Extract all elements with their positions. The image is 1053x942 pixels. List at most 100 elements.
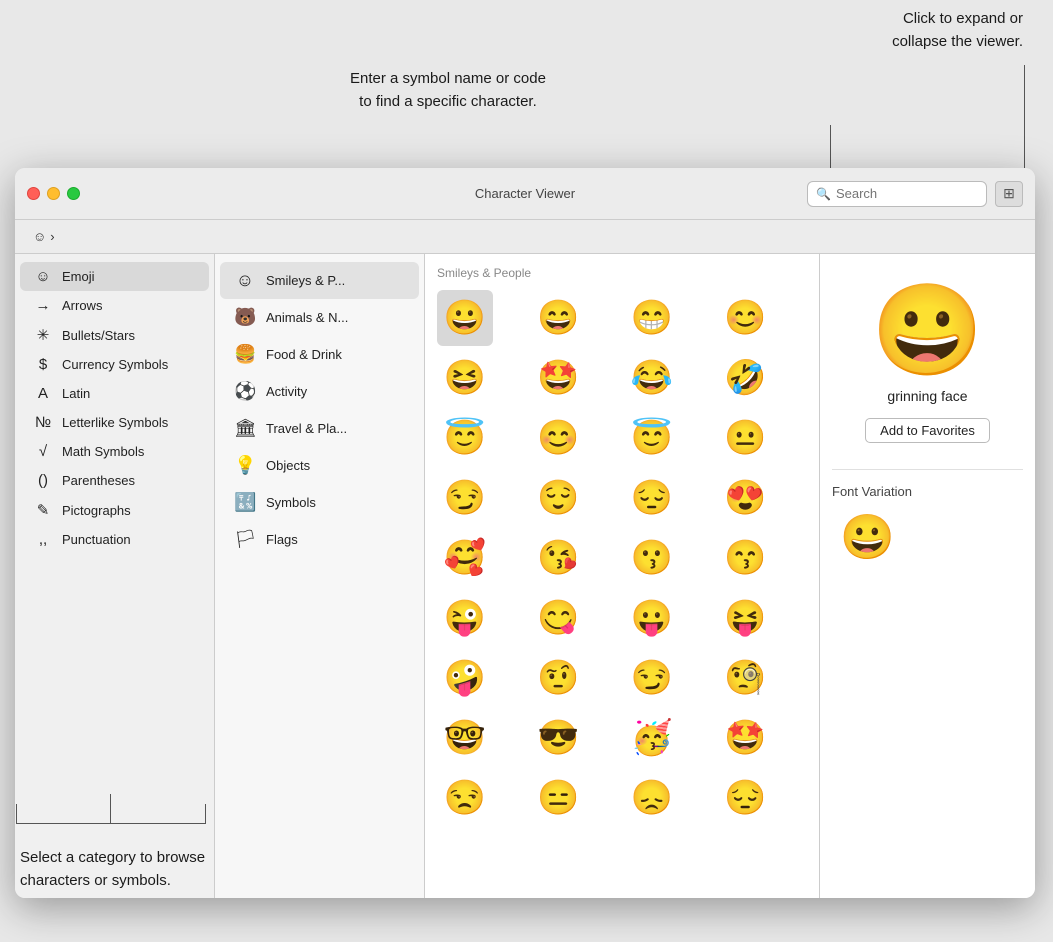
- category-label-smileys: Smileys & P...: [266, 273, 345, 288]
- add-to-favorites-button[interactable]: Add to Favorites: [865, 418, 990, 443]
- bottom-line: [110, 794, 111, 824]
- emoji-cell[interactable]: 😞: [624, 770, 680, 826]
- sidebar-icon-emoji: ☺: [34, 268, 52, 285]
- sidebar-item-parentheses[interactable]: () Parentheses: [20, 466, 209, 495]
- emoji-cell[interactable]: 😔: [718, 770, 774, 826]
- search-box[interactable]: 🔍: [807, 181, 987, 207]
- annotation-category-browse: Select a category to browsecharacters or…: [20, 847, 205, 892]
- category-label-animals: Animals & N...: [266, 310, 348, 325]
- annotation-search: Enter a symbol name or codeto find a spe…: [350, 68, 546, 113]
- sidebar-item-punctuation[interactable]: ,, Punctuation: [20, 525, 209, 554]
- search-input[interactable]: [836, 186, 978, 201]
- sidebar-item-bullets[interactable]: ✳ Bullets/Stars: [20, 320, 209, 350]
- emoji-cell[interactable]: 😝: [718, 590, 774, 646]
- sidebar-label-math: Math Symbols: [62, 444, 144, 459]
- sidebar-icon-arrows: →: [34, 297, 52, 314]
- emoji-cell[interactable]: 😏: [437, 470, 493, 526]
- categories-panel: ☺ Smileys & P...🐻 Animals & N...🍔 Food &…: [215, 254, 425, 898]
- font-variation-title: Font Variation: [832, 484, 912, 499]
- emoji-cell[interactable]: 😁: [624, 290, 680, 346]
- close-button[interactable]: [27, 187, 40, 200]
- emoji-cell[interactable]: 😔: [624, 470, 680, 526]
- category-item-symbols[interactable]: 🔣 Symbols: [220, 484, 419, 521]
- emoji-cell[interactable]: 🥰: [437, 530, 493, 586]
- emoji-cell[interactable]: 🤩: [718, 710, 774, 766]
- emoji-cell[interactable]: 😋: [531, 590, 587, 646]
- sidebar-icon-punctuation: ,,: [34, 531, 52, 548]
- emoji-cell[interactable]: 🤩: [531, 350, 587, 406]
- emoji-cell[interactable]: 😘: [531, 530, 587, 586]
- emoji-cell[interactable]: 🥳: [624, 710, 680, 766]
- category-item-travel[interactable]: 🏛 Travel & Pla...: [220, 410, 419, 447]
- emoji-grid: 😀 😄 😁 😊 😆 🤩 😂 🤣 😇 😊 😇 😐 😏 😌 😔 😍 🥰 😘 😗 😙 😜 😋 😛 😝 🤪 🤨 😏 🧐 🤓 😎 🥳 🤩 😒 😑 😞 😔: [437, 290, 807, 826]
- emoji-cell[interactable]: 😗: [624, 530, 680, 586]
- emoji-cell[interactable]: 😄: [531, 290, 587, 346]
- category-item-animals[interactable]: 🐻 Animals & N...: [220, 299, 419, 336]
- emoji-cell[interactable]: 😊: [718, 290, 774, 346]
- emoji-cell[interactable]: 😏: [624, 650, 680, 706]
- emoji-cell[interactable]: 😇: [624, 410, 680, 466]
- emoji-cell[interactable]: 🧐: [718, 650, 774, 706]
- sidebar-label-pictographs: Pictographs: [62, 503, 131, 518]
- emoji-cell[interactable]: 😑: [531, 770, 587, 826]
- sidebar-icon-pictographs: ✎: [34, 501, 52, 519]
- sidebar-item-latin[interactable]: A Latin: [20, 379, 209, 408]
- character-viewer-window: Character Viewer 🔍 ⊞ ☺ › ☺ Emoji→ Arrows…: [15, 168, 1035, 898]
- category-item-smileys[interactable]: ☺ Smileys & P...: [220, 262, 419, 299]
- toolbar-menu-button[interactable]: ☺ ›: [27, 227, 61, 246]
- category-icon-animals: 🐻: [234, 307, 256, 328]
- emoji-cell[interactable]: 😛: [624, 590, 680, 646]
- emoji-cell[interactable]: 😂: [624, 350, 680, 406]
- maximize-button[interactable]: [67, 187, 80, 200]
- sidebar-icon-currency: $: [34, 356, 52, 373]
- minimize-button[interactable]: [47, 187, 60, 200]
- emoji-cell[interactable]: 😊: [531, 410, 587, 466]
- sidebar-label-latin: Latin: [62, 386, 90, 401]
- emoji-cell[interactable]: 😆: [437, 350, 493, 406]
- category-item-flags[interactable]: 🏳 Flags: [220, 521, 419, 558]
- emoji-cell[interactable]: 🤪: [437, 650, 493, 706]
- emoji-cell[interactable]: 🤣: [718, 350, 774, 406]
- sidebar-item-arrows[interactable]: → Arrows: [20, 291, 209, 320]
- emoji-cell[interactable]: 😒: [437, 770, 493, 826]
- category-item-objects[interactable]: 💡 Objects: [220, 447, 419, 484]
- sidebar-item-pictographs[interactable]: ✎ Pictographs: [20, 495, 209, 525]
- search-icon: 🔍: [816, 187, 831, 201]
- category-icon-flags: 🏳: [234, 529, 256, 550]
- expand-icon: ⊞: [1003, 185, 1015, 202]
- sidebar-label-letterlike: Letterlike Symbols: [62, 415, 168, 430]
- detail-panel: 😀 grinning face Add to Favorites Font Va…: [820, 254, 1035, 898]
- emoji-cell[interactable]: 😎: [531, 710, 587, 766]
- main-content: ☺ Emoji→ Arrows✳ Bullets/Stars$ Currency…: [15, 254, 1035, 898]
- category-icon-symbols: 🔣: [234, 492, 256, 513]
- sidebar-label-punctuation: Punctuation: [62, 532, 131, 547]
- emoji-cell[interactable]: 😌: [531, 470, 587, 526]
- expand-collapse-button[interactable]: ⊞: [995, 181, 1023, 207]
- category-icon-smileys: ☺: [234, 270, 256, 291]
- emoji-section-title: Smileys & People: [437, 266, 807, 280]
- emoji-cell[interactable]: 🤓: [437, 710, 493, 766]
- detail-emoji-large: 😀: [871, 286, 983, 376]
- emoji-cell[interactable]: 😀: [437, 290, 493, 346]
- sidebar-label-arrows: Arrows: [62, 298, 102, 313]
- sidebar-label-emoji: Emoji: [62, 269, 95, 284]
- category-label-food: Food & Drink: [266, 347, 342, 362]
- detail-divider: [832, 469, 1023, 470]
- category-icon-travel: 🏛: [234, 418, 256, 439]
- sidebar-item-emoji[interactable]: ☺ Emoji: [20, 262, 209, 291]
- emoji-cell[interactable]: 😙: [718, 530, 774, 586]
- category-item-food[interactable]: 🍔 Food & Drink: [220, 336, 419, 373]
- emoji-cell[interactable]: 😜: [437, 590, 493, 646]
- sidebar-item-currency[interactable]: $ Currency Symbols: [20, 350, 209, 379]
- sidebar-label-currency: Currency Symbols: [62, 357, 168, 372]
- emoji-cell[interactable]: 😇: [437, 410, 493, 466]
- sidebar-item-letterlike[interactable]: № Letterlike Symbols: [20, 408, 209, 437]
- titlebar: Character Viewer 🔍 ⊞: [15, 168, 1035, 220]
- sidebar-item-math[interactable]: √ Math Symbols: [20, 437, 209, 466]
- category-label-activity: Activity: [266, 384, 307, 399]
- emoji-cell[interactable]: 😍: [718, 470, 774, 526]
- category-item-activity[interactable]: ⚽ Activity: [220, 373, 419, 410]
- emoji-cell[interactable]: 😐: [718, 410, 774, 466]
- toolbar: ☺ ›: [15, 220, 1035, 254]
- emoji-cell[interactable]: 🤨: [531, 650, 587, 706]
